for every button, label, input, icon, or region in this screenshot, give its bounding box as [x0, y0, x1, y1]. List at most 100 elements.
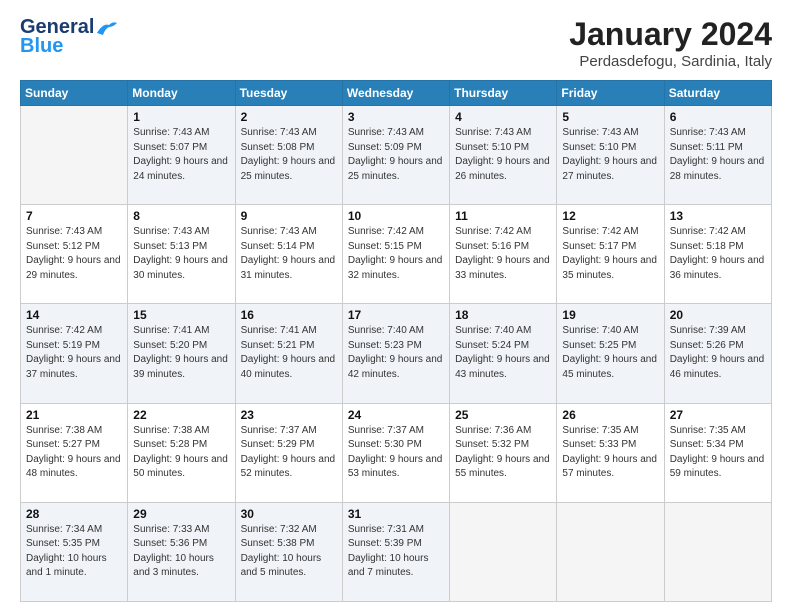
daylight: Daylight: 9 hours and 59 minutes. — [670, 454, 765, 480]
sunset: Sunset: 5:33 PM — [562, 439, 636, 450]
daylight: Daylight: 10 hours and 5 minutes. — [241, 553, 322, 579]
sunset: Sunset: 5:27 PM — [26, 439, 100, 450]
daylight: Daylight: 9 hours and 29 minutes. — [26, 255, 121, 281]
day-number: 7 — [26, 209, 122, 223]
day-number: 18 — [455, 308, 551, 322]
sun-info: Sunrise: 7:42 AM Sunset: 5:16 PM Dayligh… — [455, 225, 551, 283]
sun-info: Sunrise: 7:37 AM Sunset: 5:30 PM Dayligh… — [348, 424, 444, 482]
table-row — [664, 502, 771, 601]
day-number: 9 — [241, 209, 337, 223]
table-row: 2 Sunrise: 7:43 AM Sunset: 5:08 PM Dayli… — [235, 106, 342, 205]
day-number: 12 — [562, 209, 658, 223]
table-row: 30 Sunrise: 7:32 AM Sunset: 5:38 PM Dayl… — [235, 502, 342, 601]
table-row: 25 Sunrise: 7:36 AM Sunset: 5:32 PM Dayl… — [450, 403, 557, 502]
sunset: Sunset: 5:14 PM — [241, 241, 315, 252]
day-number: 31 — [348, 507, 444, 521]
sunset: Sunset: 5:38 PM — [241, 538, 315, 549]
sunrise: Sunrise: 7:43 AM — [455, 127, 531, 138]
sun-info: Sunrise: 7:36 AM Sunset: 5:32 PM Dayligh… — [455, 424, 551, 482]
day-number: 15 — [133, 308, 229, 322]
table-row: 17 Sunrise: 7:40 AM Sunset: 5:23 PM Dayl… — [342, 304, 449, 403]
table-row: 31 Sunrise: 7:31 AM Sunset: 5:39 PM Dayl… — [342, 502, 449, 601]
table-row: 16 Sunrise: 7:41 AM Sunset: 5:21 PM Dayl… — [235, 304, 342, 403]
day-number: 16 — [241, 308, 337, 322]
sun-info: Sunrise: 7:37 AM Sunset: 5:29 PM Dayligh… — [241, 424, 337, 482]
day-number: 5 — [562, 110, 658, 124]
sunrise: Sunrise: 7:33 AM — [133, 524, 209, 535]
daylight: Daylight: 9 hours and 37 minutes. — [26, 354, 121, 380]
weekday-header-row: Sunday Monday Tuesday Wednesday Thursday… — [21, 81, 772, 106]
daylight: Daylight: 9 hours and 53 minutes. — [348, 454, 443, 480]
daylight: Daylight: 9 hours and 48 minutes. — [26, 454, 121, 480]
sunrise: Sunrise: 7:38 AM — [133, 425, 209, 436]
daylight: Daylight: 9 hours and 45 minutes. — [562, 354, 657, 380]
daylight: Daylight: 9 hours and 52 minutes. — [241, 454, 336, 480]
page: General Blue January 2024 Perdasdefogu, … — [0, 0, 792, 612]
sun-info: Sunrise: 7:38 AM Sunset: 5:28 PM Dayligh… — [133, 424, 229, 482]
table-row: 27 Sunrise: 7:35 AM Sunset: 5:34 PM Dayl… — [664, 403, 771, 502]
day-number: 2 — [241, 110, 337, 124]
sunset: Sunset: 5:18 PM — [670, 241, 744, 252]
header-tuesday: Tuesday — [235, 81, 342, 106]
daylight: Daylight: 9 hours and 32 minutes. — [348, 255, 443, 281]
sunset: Sunset: 5:28 PM — [133, 439, 207, 450]
day-number: 24 — [348, 408, 444, 422]
daylight: Daylight: 9 hours and 39 minutes. — [133, 354, 228, 380]
day-number: 21 — [26, 408, 122, 422]
day-number: 14 — [26, 308, 122, 322]
sunrise: Sunrise: 7:42 AM — [562, 226, 638, 237]
day-number: 25 — [455, 408, 551, 422]
table-row: 24 Sunrise: 7:37 AM Sunset: 5:30 PM Dayl… — [342, 403, 449, 502]
table-row — [450, 502, 557, 601]
table-row: 19 Sunrise: 7:40 AM Sunset: 5:25 PM Dayl… — [557, 304, 664, 403]
sun-info: Sunrise: 7:32 AM Sunset: 5:38 PM Dayligh… — [241, 523, 337, 581]
sun-info: Sunrise: 7:33 AM Sunset: 5:36 PM Dayligh… — [133, 523, 229, 581]
daylight: Daylight: 9 hours and 57 minutes. — [562, 454, 657, 480]
sunrise: Sunrise: 7:36 AM — [455, 425, 531, 436]
sun-info: Sunrise: 7:34 AM Sunset: 5:35 PM Dayligh… — [26, 523, 122, 581]
sun-info: Sunrise: 7:35 AM Sunset: 5:33 PM Dayligh… — [562, 424, 658, 482]
table-row: 15 Sunrise: 7:41 AM Sunset: 5:20 PM Dayl… — [128, 304, 235, 403]
calendar-week-row: 7 Sunrise: 7:43 AM Sunset: 5:12 PM Dayli… — [21, 205, 772, 304]
day-number: 27 — [670, 408, 766, 422]
daylight: Daylight: 10 hours and 1 minute. — [26, 553, 107, 579]
sunrise: Sunrise: 7:43 AM — [133, 226, 209, 237]
sun-info: Sunrise: 7:43 AM Sunset: 5:10 PM Dayligh… — [562, 126, 658, 184]
sunrise: Sunrise: 7:43 AM — [241, 226, 317, 237]
table-row: 29 Sunrise: 7:33 AM Sunset: 5:36 PM Dayl… — [128, 502, 235, 601]
sunrise: Sunrise: 7:42 AM — [670, 226, 746, 237]
header-thursday: Thursday — [450, 81, 557, 106]
table-row: 12 Sunrise: 7:42 AM Sunset: 5:17 PM Dayl… — [557, 205, 664, 304]
header-friday: Friday — [557, 81, 664, 106]
daylight: Daylight: 9 hours and 33 minutes. — [455, 255, 550, 281]
sunrise: Sunrise: 7:41 AM — [241, 325, 317, 336]
day-number: 6 — [670, 110, 766, 124]
table-row — [21, 106, 128, 205]
sun-info: Sunrise: 7:43 AM Sunset: 5:07 PM Dayligh… — [133, 126, 229, 184]
sun-info: Sunrise: 7:40 AM Sunset: 5:24 PM Dayligh… — [455, 324, 551, 382]
sunset: Sunset: 5:35 PM — [26, 538, 100, 549]
calendar-table: Sunday Monday Tuesday Wednesday Thursday… — [20, 80, 772, 602]
day-number: 13 — [670, 209, 766, 223]
table-row: 10 Sunrise: 7:42 AM Sunset: 5:15 PM Dayl… — [342, 205, 449, 304]
sun-info: Sunrise: 7:43 AM Sunset: 5:12 PM Dayligh… — [26, 225, 122, 283]
table-row: 3 Sunrise: 7:43 AM Sunset: 5:09 PM Dayli… — [342, 106, 449, 205]
sunset: Sunset: 5:08 PM — [241, 142, 315, 153]
day-number: 29 — [133, 507, 229, 521]
title-block: January 2024 Perdasdefogu, Sardinia, Ita… — [569, 16, 772, 70]
sunset: Sunset: 5:20 PM — [133, 340, 207, 351]
logo-blue-text: Blue — [20, 35, 63, 58]
sunset: Sunset: 5:21 PM — [241, 340, 315, 351]
day-number: 1 — [133, 110, 229, 124]
sunset: Sunset: 5:17 PM — [562, 241, 636, 252]
sunrise: Sunrise: 7:40 AM — [562, 325, 638, 336]
table-row: 13 Sunrise: 7:42 AM Sunset: 5:18 PM Dayl… — [664, 205, 771, 304]
calendar-location: Perdasdefogu, Sardinia, Italy — [569, 53, 772, 70]
table-row: 4 Sunrise: 7:43 AM Sunset: 5:10 PM Dayli… — [450, 106, 557, 205]
sunrise: Sunrise: 7:42 AM — [348, 226, 424, 237]
header: General Blue January 2024 Perdasdefogu, … — [20, 16, 772, 70]
daylight: Daylight: 9 hours and 26 minutes. — [455, 156, 550, 182]
daylight: Daylight: 9 hours and 35 minutes. — [562, 255, 657, 281]
daylight: Daylight: 9 hours and 36 minutes. — [670, 255, 765, 281]
sun-info: Sunrise: 7:42 AM Sunset: 5:19 PM Dayligh… — [26, 324, 122, 382]
